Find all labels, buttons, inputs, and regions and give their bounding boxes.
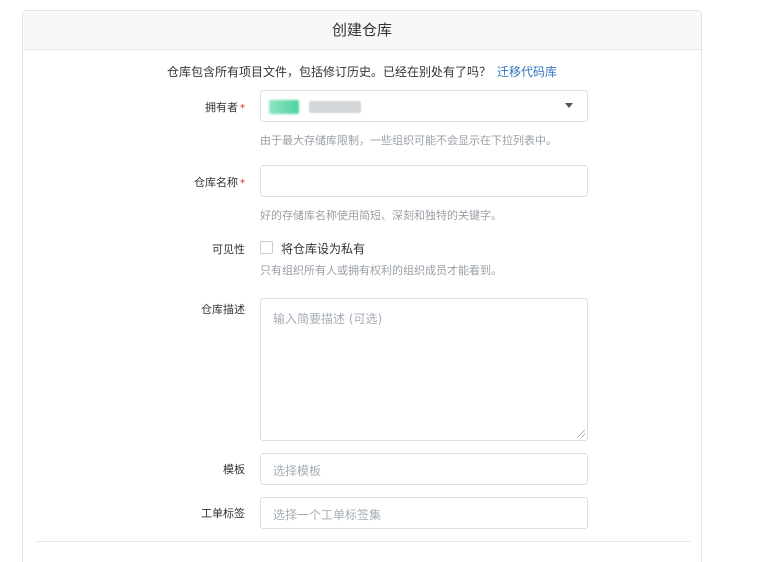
repo-name-label: 仓库名称 *	[85, 174, 245, 190]
intro-description: 仓库包含所有项目文件，包括修订历史。已经在别处有了吗？	[166, 65, 491, 79]
issue-labels-select[interactable]: 选择一个工单标签集	[260, 497, 588, 529]
template-placeholder: 选择模板	[273, 464, 322, 478]
owner-label-text: 拥有者	[205, 101, 238, 114]
private-checkbox[interactable]	[260, 241, 273, 254]
intro-text: 仓库包含所有项目文件，包括修订历史。已经在别处有了吗？ 迁移代码库	[23, 63, 701, 80]
description-textarea[interactable]: 输入简要描述 (可选)	[260, 298, 588, 441]
issue-labels-label: 工单标签	[201, 507, 245, 520]
resize-handle-icon[interactable]	[577, 430, 585, 438]
private-checkbox-label[interactable]: 将仓库设为私有	[281, 240, 365, 257]
repo-name-required-mark: *	[240, 178, 245, 189]
template-label: 模板	[223, 463, 245, 476]
caret-down-icon	[565, 103, 573, 108]
description-placeholder: 输入简要描述 (可选)	[273, 312, 383, 326]
create-repo-card: 创建仓库 仓库包含所有项目文件，包括修订历史。已经在别处有了吗？ 迁移代码库 拥有…	[22, 10, 702, 562]
description-label: 仓库描述	[201, 303, 245, 316]
owner-avatar	[269, 100, 299, 114]
issue-labels-placeholder: 选择一个工单标签集	[273, 508, 382, 522]
visibility-label: 可见性	[212, 243, 245, 256]
owner-label: 拥有者 *	[85, 99, 245, 115]
migrate-repo-link[interactable]: 迁移代码库	[497, 65, 557, 79]
owner-dropdown[interactable]	[260, 90, 588, 122]
owner-name-redacted	[309, 101, 361, 113]
repo-name-label-text: 仓库名称	[194, 176, 238, 189]
page-title: 创建仓库	[23, 11, 701, 50]
repo-name-input[interactable]	[260, 165, 588, 197]
owner-help: 由于最大存储库限制，一些组织可能不会显示在下拉列表中。	[260, 134, 557, 147]
owner-required-mark: *	[240, 103, 245, 114]
template-select[interactable]: 选择模板	[260, 453, 588, 485]
repo-name-help: 好的存储库名称使用简短、深刻和独特的关键字。	[260, 209, 502, 222]
divider	[35, 541, 691, 542]
visibility-help: 只有组织所有人或拥有权利的组织成员才能看到。	[260, 264, 502, 277]
